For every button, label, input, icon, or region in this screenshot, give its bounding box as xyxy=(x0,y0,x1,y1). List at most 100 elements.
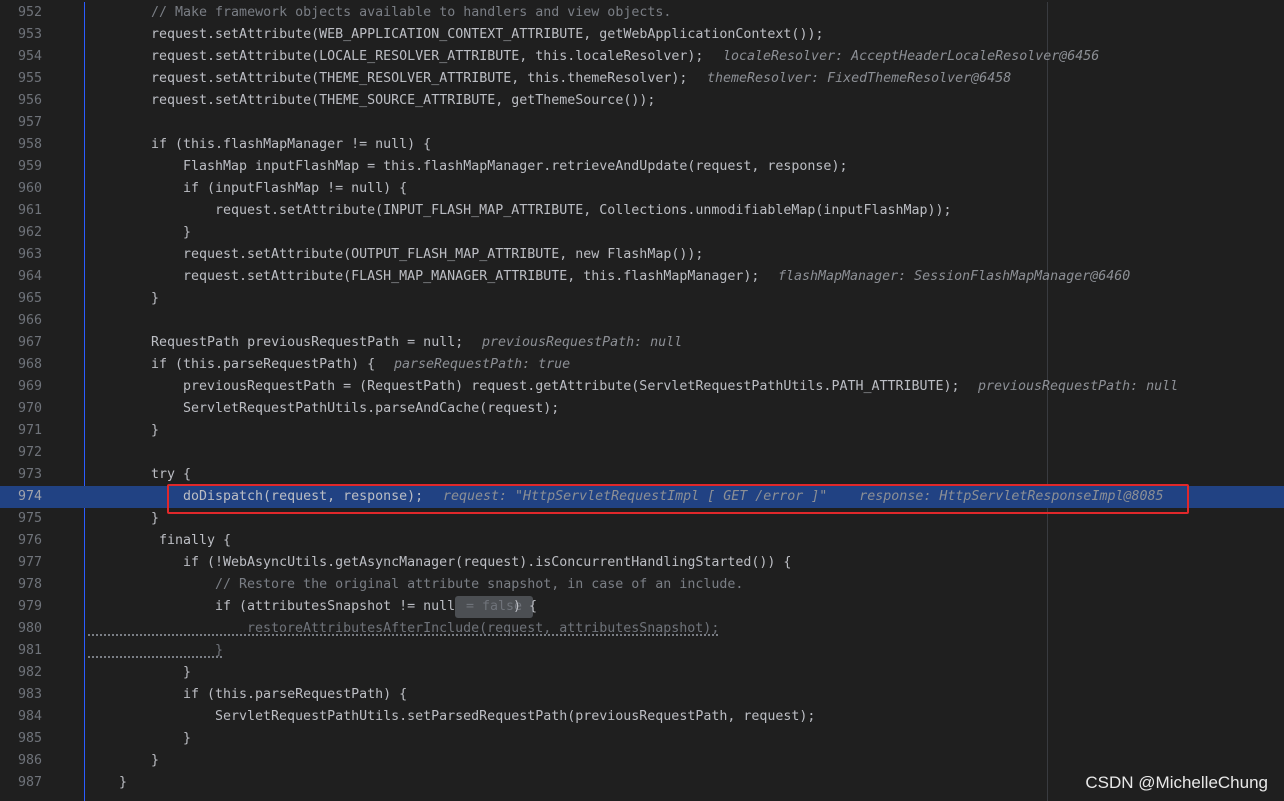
code-line[interactable]: 953 request.setAttribute(WEB_APPLICATION_… xyxy=(0,24,1284,46)
line-code: } xyxy=(151,511,160,526)
line-number: 986 xyxy=(17,753,42,768)
code-line[interactable]: 960 if (inputFlashMap != null) { xyxy=(0,178,1284,200)
line-number: 953 xyxy=(17,27,42,42)
line-number: 972 xyxy=(17,445,42,460)
code-line[interactable]: 984 ServletRequestPathUtils.setParsedRequ… xyxy=(0,706,1284,728)
line-number: 975 xyxy=(17,511,42,526)
code-line[interactable]: 965} xyxy=(0,288,1284,310)
line-code: } xyxy=(183,731,192,746)
code-line[interactable]: 971} xyxy=(0,420,1284,442)
code-line[interactable]: 980 restoreAttributesAfterInclude(request… xyxy=(0,618,1284,640)
code-line[interactable]: 956 request.setAttribute(THEME_SOURCE_ATT… xyxy=(0,90,1284,112)
code-line[interactable]: 981} xyxy=(0,640,1284,662)
line-number: 952 xyxy=(17,5,42,20)
line-number: 960 xyxy=(17,181,42,196)
line-code: request.setAttribute(FLASH_MAP_MANAGER_A… xyxy=(183,269,760,284)
annotation-highlight-box xyxy=(167,484,1189,514)
code-line[interactable]: 962} xyxy=(0,222,1284,244)
inline-debug-hint: parseRequestPath: true xyxy=(394,357,571,372)
line-number: 978 xyxy=(17,577,42,592)
line-number: 976 xyxy=(17,533,42,548)
line-number: 971 xyxy=(17,423,42,438)
line-number: 964 xyxy=(17,269,42,284)
code-line[interactable]: 983 if (this.parseRequestPath) { xyxy=(0,684,1284,706)
line-number: 954 xyxy=(17,49,42,64)
code-line[interactable]: 970 ServletRequestPathUtils.parseAndCache… xyxy=(0,398,1284,420)
line-number: 956 xyxy=(17,93,42,108)
line-number: 959 xyxy=(17,159,42,174)
line-number: 958 xyxy=(17,137,42,152)
inline-debug-hint: localeResolver: AcceptHeaderLocaleResolv… xyxy=(723,49,1100,64)
warning-squiggle xyxy=(88,656,224,658)
line-code: if (!WebAsyncUtils.getAsyncManager(reque… xyxy=(183,555,792,570)
code-line[interactable]: 958 if (this.flashMapManager != null) { xyxy=(0,134,1284,156)
line-code: if (attributesSnapshot != null xyxy=(215,599,456,614)
code-line[interactable]: 985} xyxy=(0,728,1284,750)
line-number: 969 xyxy=(17,379,42,394)
line-code: } xyxy=(183,665,192,680)
line-code: ServletRequestPathUtils.parseAndCache(re… xyxy=(183,401,560,416)
line-code: if (this.parseRequestPath) { xyxy=(183,687,408,702)
code-line[interactable]: 986} xyxy=(0,750,1284,772)
code-line[interactable]: 982} xyxy=(0,662,1284,684)
line-code: request.setAttribute(OUTPUT_FLASH_MAP_AT… xyxy=(183,247,704,262)
line-code: RequestPath previousRequestPath = null; xyxy=(151,335,464,350)
line-number: 977 xyxy=(17,555,42,570)
watermark: CSDN @MichelleChung xyxy=(1085,773,1268,792)
code-line[interactable]: 977 if (!WebAsyncUtils.getAsyncManager(re… xyxy=(0,552,1284,574)
line-number: 983 xyxy=(17,687,42,702)
line-code: } xyxy=(151,753,160,768)
warning-squiggle xyxy=(88,634,718,636)
line-number: 963 xyxy=(17,247,42,262)
inline-debug-hint: previousRequestPath: null xyxy=(482,335,683,350)
line-code: request.setAttribute(LOCALE_RESOLVER_ATT… xyxy=(151,49,704,64)
line-code: try { xyxy=(151,467,192,482)
code-line[interactable]: 979 if (attributesSnapshot != null = fals… xyxy=(0,596,1284,618)
line-code: previousRequestPath = (RequestPath) requ… xyxy=(183,379,960,394)
code-line[interactable]: 972 xyxy=(0,442,1284,464)
code-line[interactable]: 973 try { xyxy=(0,464,1284,486)
line-number: 974 xyxy=(17,489,42,504)
line-code: FlashMap inputFlashMap = this.flashMapMa… xyxy=(183,159,848,174)
line-code: request.setAttribute(THEME_RESOLVER_ATTR… xyxy=(151,71,688,86)
code-line[interactable]: 966 xyxy=(0,310,1284,332)
inline-debug-hint: themeResolver: FixedThemeResolver@6458 xyxy=(707,71,1012,86)
line-number: 957 xyxy=(17,115,42,130)
line-code: request.setAttribute(INPUT_FLASH_MAP_ATT… xyxy=(215,203,952,218)
code-line[interactable]: 954 request.setAttribute(LOCALE_RESOLVER_… xyxy=(0,46,1284,68)
line-number: 968 xyxy=(17,357,42,372)
code-line[interactable]: 961 request.setAttribute(INPUT_FLASH_MAP_… xyxy=(0,200,1284,222)
line-number: 955 xyxy=(17,71,42,86)
line-number: 962 xyxy=(17,225,42,240)
code-line[interactable]: 964 request.setAttribute(FLASH_MAP_MANAGE… xyxy=(0,266,1284,288)
code-line[interactable]: 963 request.setAttribute(OUTPUT_FLASH_MAP… xyxy=(0,244,1284,266)
code-line[interactable]: 969 previousRequestPath = (RequestPath) r… xyxy=(0,376,1284,398)
code-line[interactable]: 955 request.setAttribute(THEME_RESOLVER_A… xyxy=(0,68,1284,90)
line-code: if (this.flashMapManager != null) { xyxy=(151,137,432,152)
line-code: } xyxy=(119,775,128,790)
line-number: 984 xyxy=(17,709,42,724)
code-line[interactable]: 978 // Restore the original attribute sna… xyxy=(0,574,1284,596)
line-code: } xyxy=(151,423,160,438)
line-number: 970 xyxy=(17,401,42,416)
line-code: request.setAttribute(THEME_SOURCE_ATTRIB… xyxy=(151,93,656,108)
line-code: if (inputFlashMap != null) { xyxy=(183,181,408,196)
code-line[interactable]: 967 RequestPath previousRequestPath = nul… xyxy=(0,332,1284,354)
line-code: // Restore the original attribute snapsh… xyxy=(215,577,744,592)
line-number: 981 xyxy=(17,643,42,658)
line-code: // Make framework objects available to h… xyxy=(151,5,672,20)
inline-debug-hint: previousRequestPath: null xyxy=(978,379,1179,394)
code-line[interactable]: 959 FlashMap inputFlashMap = this.flashMa… xyxy=(0,156,1284,178)
code-line[interactable]: 952 // Make framework objects available t… xyxy=(0,2,1284,24)
line-number: 979 xyxy=(17,599,42,614)
line-number: 965 xyxy=(17,291,42,306)
code-line[interactable]: 957 xyxy=(0,112,1284,134)
inline-debug-hint: flashMapManager: SessionFlashMapManager@… xyxy=(778,269,1131,284)
code-line[interactable]: 976 finally { xyxy=(0,530,1284,552)
code-editor[interactable]: 952 // Make framework objects available t… xyxy=(0,2,1284,801)
line-code-tail: ) { xyxy=(513,599,538,614)
code-line[interactable]: 968 if (this.parseRequestPath) {parseRequ… xyxy=(0,354,1284,376)
line-number: 982 xyxy=(17,665,42,680)
line-number: 980 xyxy=(17,621,42,636)
line-code: request.setAttribute(WEB_APPLICATION_CON… xyxy=(151,27,824,42)
